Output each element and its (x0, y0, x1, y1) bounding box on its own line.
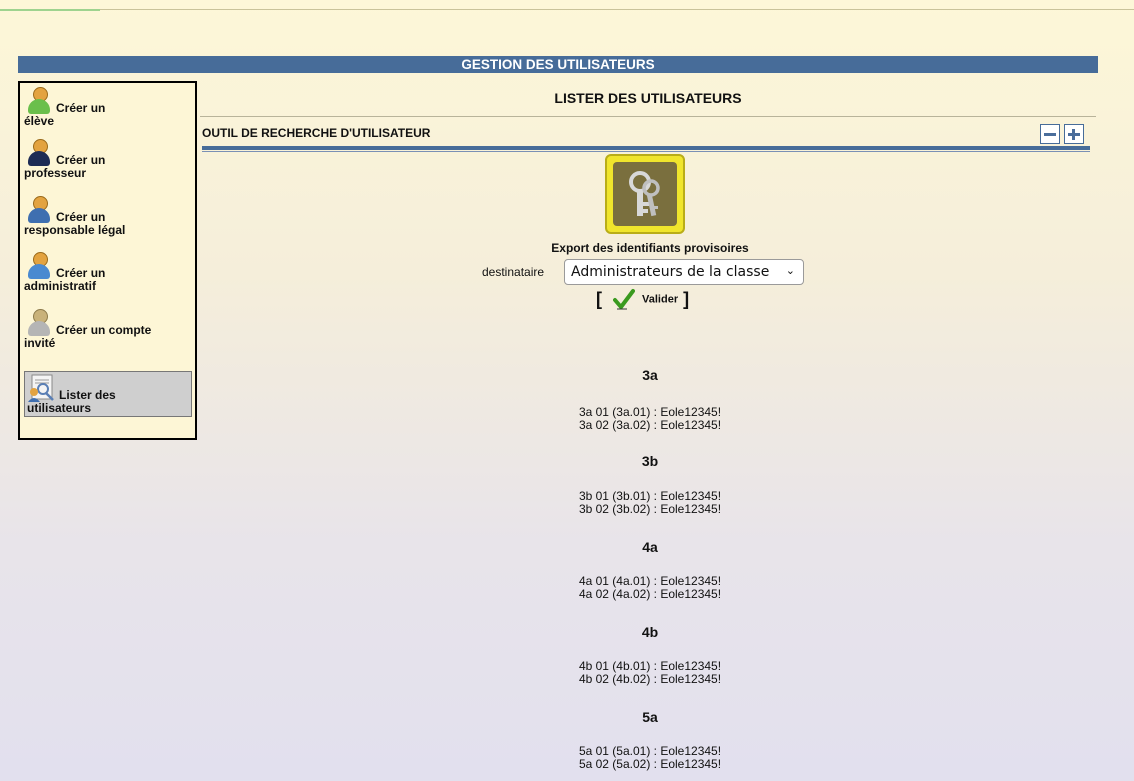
chevron-down-icon: ⌄ (785, 264, 795, 277)
sidebar-item-label: Créer un (56, 266, 106, 280)
user-credential-line: 4b 02 (4b.02) : Eole12345! (578, 672, 722, 686)
guest-icon (24, 309, 52, 337)
student-icon (24, 87, 52, 115)
sidebar-item-create-admin[interactable]: Créer un administratif (24, 252, 192, 293)
sidebar-item-label: Créer un (56, 101, 106, 115)
page-header: GESTION DES UTILISATEURS (18, 56, 1098, 73)
user-credential-line: 3b 02 (3b.02) : Eole12345! (578, 502, 722, 516)
title-divider (200, 116, 1096, 117)
destinataire-label: destinataire (482, 265, 545, 279)
sidebar-item-label: Créer un (56, 210, 106, 224)
user-credential-line: 5a 02 (5a.02) : Eole12345! (578, 757, 722, 771)
sidebar-item-label-2: élève (24, 114, 55, 128)
sidebar-item-label-2: invité (24, 336, 56, 350)
validate-row: [ Valider ] (596, 288, 689, 310)
sidebar-item-create-parent[interactable]: Créer un responsable légal (24, 196, 192, 237)
section-divider (202, 146, 1090, 150)
sidebar-item-create-student[interactable]: Créer un élève (24, 87, 192, 128)
class-heading: 3b (641, 453, 659, 469)
list-users-icon (27, 374, 55, 402)
sidebar-item-label-2: utilisateurs (27, 401, 92, 415)
section-divider-thin (202, 151, 1090, 152)
user-credential-line: 4a 02 (4a.02) : Eole12345! (578, 587, 722, 601)
checkmark-icon[interactable] (613, 288, 636, 310)
sidebar-item-label: Créer un (56, 153, 106, 167)
destinataire-selected-value: Administrateurs de la classe (571, 264, 770, 280)
sidebar-item-create-guest[interactable]: Créer un compte invité (24, 309, 192, 350)
search-tool-label: OUTIL DE RECHERCHE D'UTILISATEUR (202, 126, 431, 140)
sidebar-item-label: Créer un compte (56, 323, 152, 337)
keys-icon (613, 162, 677, 226)
teacher-icon (24, 139, 52, 167)
sidebar: Créer un élève Créer un professeur Créer… (18, 81, 197, 440)
sidebar-item-create-teacher[interactable]: Créer un professeur (24, 139, 192, 180)
export-title: Export des identifiants provisoires (551, 241, 749, 255)
class-heading: 4b (641, 624, 659, 640)
parent-icon (24, 196, 52, 224)
class-heading: 5a (642, 709, 658, 725)
top-accent-line (0, 9, 100, 11)
validate-button[interactable]: Valider (642, 293, 678, 305)
bracket-open: [ (596, 288, 602, 309)
admin-icon (24, 252, 52, 280)
sidebar-item-label-2: professeur (24, 166, 87, 180)
user-credential-line: 3a 02 (3a.02) : Eole12345! (578, 418, 722, 432)
sidebar-item-list-users[interactable]: Lister des utilisateurs (24, 371, 192, 417)
collapse-button[interactable] (1040, 124, 1060, 144)
top-border-line (0, 9, 1134, 10)
class-heading: 4a (642, 539, 658, 555)
destinataire-select[interactable]: Administrateurs de la classe ⌄ (564, 259, 804, 285)
page-title: LISTER DES UTILISATEURS (554, 90, 742, 106)
keys-export-button[interactable] (605, 154, 685, 234)
sidebar-item-label-2: responsable légal (24, 223, 126, 237)
expand-button[interactable] (1064, 124, 1084, 144)
sidebar-item-label: Lister des (59, 388, 116, 402)
sidebar-item-label-2: administratif (24, 279, 97, 293)
bracket-close: ] (683, 288, 690, 309)
class-heading: 3a (642, 367, 658, 383)
